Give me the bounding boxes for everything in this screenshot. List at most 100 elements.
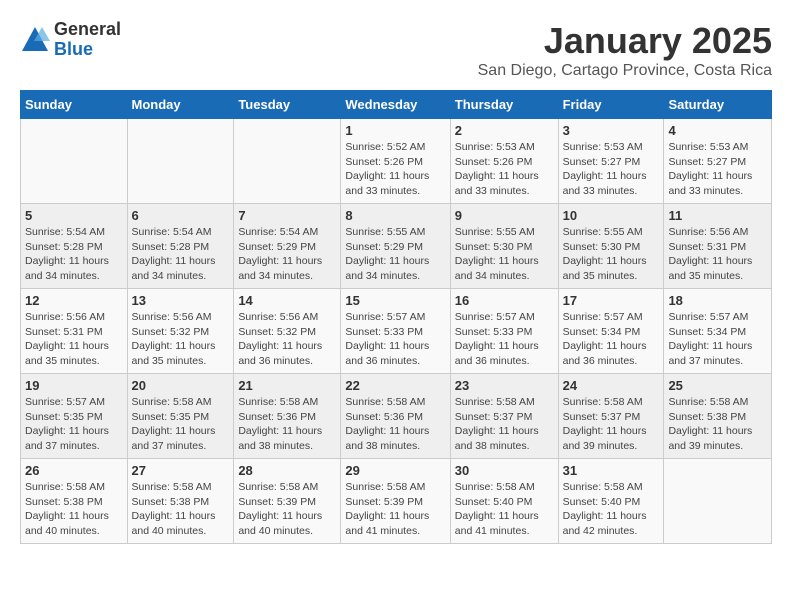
day-number: 15 [345,293,445,308]
day-number: 10 [563,208,660,223]
day-info: Sunrise: 5:54 AM Sunset: 5:28 PM Dayligh… [25,225,123,284]
calendar-cell: 3 Sunrise: 5:53 AM Sunset: 5:27 PM Daylig… [558,119,664,204]
day-number: 3 [563,123,660,138]
weekday-header-row: SundayMondayTuesdayWednesdayThursdayFrid… [21,91,772,119]
day-number: 1 [345,123,445,138]
calendar-week-row: 26 Sunrise: 5:58 AM Sunset: 5:38 PM Dayli… [21,459,772,544]
day-info: Sunrise: 5:55 AM Sunset: 5:30 PM Dayligh… [455,225,554,284]
day-number: 28 [238,463,336,478]
weekday-header-monday: Monday [127,91,234,119]
calendar-body: 1 Sunrise: 5:52 AM Sunset: 5:26 PM Daylig… [21,119,772,544]
day-info: Sunrise: 5:56 AM Sunset: 5:32 PM Dayligh… [132,310,230,369]
day-info: Sunrise: 5:58 AM Sunset: 5:40 PM Dayligh… [563,480,660,539]
day-number: 17 [563,293,660,308]
calendar-cell: 13 Sunrise: 5:56 AM Sunset: 5:32 PM Dayli… [127,289,234,374]
day-info: Sunrise: 5:52 AM Sunset: 5:26 PM Dayligh… [345,140,445,199]
logo-text: General Blue [54,20,121,60]
calendar-cell: 12 Sunrise: 5:56 AM Sunset: 5:31 PM Dayli… [21,289,128,374]
day-info: Sunrise: 5:58 AM Sunset: 5:38 PM Dayligh… [668,395,767,454]
month-title: January 2025 [478,20,772,62]
day-number: 27 [132,463,230,478]
calendar-cell: 1 Sunrise: 5:52 AM Sunset: 5:26 PM Daylig… [341,119,450,204]
calendar-cell: 11 Sunrise: 5:56 AM Sunset: 5:31 PM Dayli… [664,204,772,289]
day-info: Sunrise: 5:58 AM Sunset: 5:36 PM Dayligh… [345,395,445,454]
day-info: Sunrise: 5:58 AM Sunset: 5:39 PM Dayligh… [345,480,445,539]
calendar-week-row: 12 Sunrise: 5:56 AM Sunset: 5:31 PM Dayli… [21,289,772,374]
day-info: Sunrise: 5:58 AM Sunset: 5:37 PM Dayligh… [563,395,660,454]
calendar-cell: 15 Sunrise: 5:57 AM Sunset: 5:33 PM Dayli… [341,289,450,374]
calendar-table: SundayMondayTuesdayWednesdayThursdayFrid… [20,90,772,544]
calendar-cell: 19Sunrise: 5:57 AM Sunset: 5:35 PM Dayli… [21,374,128,459]
calendar-header: SundayMondayTuesdayWednesdayThursdayFrid… [21,91,772,119]
day-info: Sunrise: 5:58 AM Sunset: 5:38 PM Dayligh… [25,480,123,539]
calendar-cell: 21 Sunrise: 5:58 AM Sunset: 5:36 PM Dayli… [234,374,341,459]
logo-general: General [54,20,121,40]
day-number: 26 [25,463,123,478]
day-number: 23 [455,378,554,393]
day-info: Sunrise: 5:57 AM Sunset: 5:34 PM Dayligh… [668,310,767,369]
day-info: Sunrise: 5:53 AM Sunset: 5:27 PM Dayligh… [563,140,660,199]
day-info: Sunrise: 5:57 AM Sunset: 5:33 PM Dayligh… [345,310,445,369]
calendar-cell: 29Sunrise: 5:58 AM Sunset: 5:39 PM Dayli… [341,459,450,544]
calendar-week-row: 5 Sunrise: 5:54 AM Sunset: 5:28 PM Daylig… [21,204,772,289]
day-number: 2 [455,123,554,138]
day-info: Sunrise: 5:56 AM Sunset: 5:31 PM Dayligh… [25,310,123,369]
day-number: 16 [455,293,554,308]
day-info: Sunrise: 5:58 AM Sunset: 5:40 PM Dayligh… [455,480,554,539]
weekday-header-sunday: Sunday [21,91,128,119]
day-number: 12 [25,293,123,308]
day-info: Sunrise: 5:56 AM Sunset: 5:32 PM Dayligh… [238,310,336,369]
calendar-cell: 28 Sunrise: 5:58 AM Sunset: 5:39 PM Dayli… [234,459,341,544]
day-info: Sunrise: 5:57 AM Sunset: 5:35 PM Dayligh… [25,395,123,454]
logo-icon [20,25,50,55]
title-section: January 2025 San Diego, Cartago Province… [478,20,772,80]
day-info: Sunrise: 5:58 AM Sunset: 5:36 PM Dayligh… [238,395,336,454]
calendar-cell: 22 Sunrise: 5:58 AM Sunset: 5:36 PM Dayli… [341,374,450,459]
day-info: Sunrise: 5:53 AM Sunset: 5:26 PM Dayligh… [455,140,554,199]
day-info: Sunrise: 5:57 AM Sunset: 5:33 PM Dayligh… [455,310,554,369]
weekday-header-saturday: Saturday [664,91,772,119]
day-number: 13 [132,293,230,308]
day-number: 8 [345,208,445,223]
calendar-cell [127,119,234,204]
day-number: 9 [455,208,554,223]
day-number: 24 [563,378,660,393]
calendar-cell: 7Sunrise: 5:54 AM Sunset: 5:29 PM Daylig… [234,204,341,289]
day-number: 21 [238,378,336,393]
day-number: 5 [25,208,123,223]
page-header: General Blue January 2025 San Diego, Car… [20,20,772,80]
day-number: 31 [563,463,660,478]
day-info: Sunrise: 5:58 AM Sunset: 5:39 PM Dayligh… [238,480,336,539]
day-number: 22 [345,378,445,393]
day-info: Sunrise: 5:56 AM Sunset: 5:31 PM Dayligh… [668,225,767,284]
calendar-cell: 2 Sunrise: 5:53 AM Sunset: 5:26 PM Daylig… [450,119,558,204]
calendar-cell: 17Sunrise: 5:57 AM Sunset: 5:34 PM Dayli… [558,289,664,374]
calendar-cell: 9 Sunrise: 5:55 AM Sunset: 5:30 PM Daylig… [450,204,558,289]
calendar-cell: 26 Sunrise: 5:58 AM Sunset: 5:38 PM Dayli… [21,459,128,544]
calendar-cell: 4Sunrise: 5:53 AM Sunset: 5:27 PM Daylig… [664,119,772,204]
calendar-cell: 5 Sunrise: 5:54 AM Sunset: 5:28 PM Daylig… [21,204,128,289]
calendar-cell [664,459,772,544]
calendar-cell: 18 Sunrise: 5:57 AM Sunset: 5:34 PM Dayli… [664,289,772,374]
day-info: Sunrise: 5:58 AM Sunset: 5:37 PM Dayligh… [455,395,554,454]
calendar-cell: 6Sunrise: 5:54 AM Sunset: 5:28 PM Daylig… [127,204,234,289]
day-info: Sunrise: 5:58 AM Sunset: 5:38 PM Dayligh… [132,480,230,539]
day-number: 6 [132,208,230,223]
calendar-cell: 14Sunrise: 5:56 AM Sunset: 5:32 PM Dayli… [234,289,341,374]
calendar-cell: 8Sunrise: 5:55 AM Sunset: 5:29 PM Daylig… [341,204,450,289]
logo: General Blue [20,20,121,60]
day-number: 25 [668,378,767,393]
day-number: 18 [668,293,767,308]
calendar-cell: 31 Sunrise: 5:58 AM Sunset: 5:40 PM Dayli… [558,459,664,544]
calendar-cell: 23 Sunrise: 5:58 AM Sunset: 5:37 PM Dayli… [450,374,558,459]
calendar-cell: 25 Sunrise: 5:58 AM Sunset: 5:38 PM Dayli… [664,374,772,459]
calendar-cell [21,119,128,204]
location-subtitle: San Diego, Cartago Province, Costa Rica [478,62,772,80]
calendar-week-row: 1 Sunrise: 5:52 AM Sunset: 5:26 PM Daylig… [21,119,772,204]
calendar-cell: 16 Sunrise: 5:57 AM Sunset: 5:33 PM Dayli… [450,289,558,374]
logo-blue: Blue [54,40,121,60]
calendar-cell: 24 Sunrise: 5:58 AM Sunset: 5:37 PM Dayli… [558,374,664,459]
weekday-header-friday: Friday [558,91,664,119]
day-info: Sunrise: 5:55 AM Sunset: 5:30 PM Dayligh… [563,225,660,284]
day-number: 11 [668,208,767,223]
